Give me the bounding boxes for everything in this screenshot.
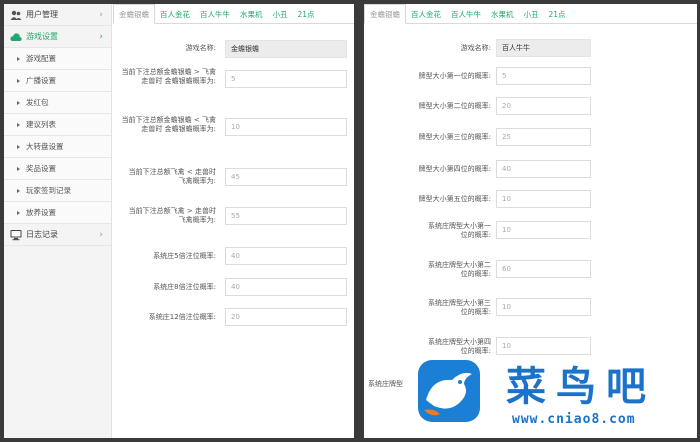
sidebar-subitem[interactable]: 放养设置	[4, 202, 111, 224]
tab-jinchan-yinchan[interactable]: 金蟾银蟾	[113, 4, 155, 24]
cloud-icon	[10, 33, 22, 41]
tab-blackjack[interactable]: 21点	[544, 5, 571, 25]
users-icon	[10, 10, 22, 20]
game-name-field: 金蟾银蟾	[225, 40, 347, 58]
tab-bairen-jinhua[interactable]: 百人金花	[406, 5, 446, 25]
sidebar-subitem[interactable]: 奖品设置	[4, 158, 111, 180]
sidebar-subitem[interactable]: 玩家签到记录	[4, 180, 111, 202]
probability-input[interactable]: 45	[225, 168, 347, 186]
monitor-icon	[10, 230, 22, 241]
field-label: 系统庄牌型大小第一位的概率:	[428, 222, 491, 239]
tab-clown[interactable]: 小丑	[268, 5, 293, 25]
sidebar-subitem[interactable]: 大转盘设置	[4, 136, 111, 158]
field-label: 牌型大小第三位的概率:	[418, 133, 491, 141]
probability-input[interactable]: 10	[225, 118, 347, 136]
tab-bairen-niuniu[interactable]: 百人牛牛	[446, 5, 486, 25]
field-label: 牌型大小第一位的概率:	[418, 72, 491, 80]
field-label: 系统庄5倍注位概率:	[153, 252, 216, 260]
game-config-panel-left: 金蟾银蟾 百人金花 百人牛牛 水果机 小丑 21点 游戏名称: 金蟾银蟾 当前下注总额金蟾…	[113, 4, 354, 438]
bird-logo-icon	[418, 360, 480, 422]
tab-fruit-machine[interactable]: 水果机	[235, 5, 268, 25]
watermark-title: 菜鸟吧	[506, 363, 656, 410]
probability-input[interactable]: 10	[496, 221, 591, 239]
tab-fruit-machine[interactable]: 水果机	[486, 5, 519, 25]
probability-input[interactable]: 40	[225, 247, 347, 265]
bird-icon	[424, 372, 472, 416]
probability-input[interactable]: 10	[496, 337, 591, 355]
sidebar-item-label: 游戏设置	[26, 32, 58, 41]
tab-blackjack[interactable]: 21点	[293, 5, 320, 25]
field-label: 游戏名称:	[460, 44, 491, 52]
chevron-right-icon: ›	[99, 10, 103, 20]
field-label: 当前下注总额金蟾银蟾 < 飞禽走兽时 金蟾银蟾概率为:	[121, 116, 216, 133]
watermark: 菜鸟吧 www.cniao8.com	[412, 354, 697, 440]
watermark-url: www.cniao8.com	[512, 412, 636, 427]
probability-input[interactable]: 40	[496, 160, 591, 178]
game-name-field: 百人牛牛	[496, 39, 591, 57]
probability-input[interactable]: 55	[225, 207, 347, 225]
sidebar-item-label: 日志记录	[26, 230, 58, 239]
tab-clown[interactable]: 小丑	[519, 5, 544, 25]
probability-input[interactable]: 40	[225, 278, 347, 296]
tab-bairen-jinhua[interactable]: 百人金花	[155, 5, 195, 25]
sidebar-subitem[interactable]: 建议列表	[4, 114, 111, 136]
sidebar-subitem[interactable]: 游戏配置	[4, 48, 111, 70]
field-label: 当前下注总额飞禽 > 走兽时 飞禽概率为:	[128, 207, 216, 224]
sidebar-item-label: 用户管理	[26, 10, 58, 19]
sidebar: 用户管理 › 游戏设置 › 游戏配置 广播设置 发红包 建议列表 大转盘设置 奖…	[4, 4, 112, 438]
game-tabs: 金蟾银蟾 百人金花 百人牛牛 水果机 小丑 21点	[113, 4, 354, 24]
field-label: 当前下注总额飞禽 < 走兽时 飞禽概率为:	[128, 168, 216, 185]
field-label: 牌型大小第二位的概率:	[418, 102, 491, 110]
probability-input[interactable]: 20	[225, 308, 347, 326]
left-screenshot: 用户管理 › 游戏设置 › 游戏配置 广播设置 发红包 建议列表 大转盘设置 奖…	[4, 4, 354, 438]
game-tabs: 金蟾银蟾 百人金花 百人牛牛 水果机 小丑 21点	[364, 4, 697, 24]
sidebar-item-log-records[interactable]: 日志记录 ›	[4, 224, 111, 246]
chevron-down-icon: ›	[99, 32, 103, 42]
tab-bairen-niuniu[interactable]: 百人牛牛	[195, 5, 235, 25]
field-label: 系统庄12倍注位概率:	[148, 313, 216, 321]
tab-jinchan-yinchan[interactable]: 金蟾银蟾	[364, 4, 406, 24]
sidebar-item-user-management[interactable]: 用户管理 ›	[4, 4, 111, 26]
field-label: 系统庄牌型大小第二位的概率:	[428, 261, 491, 278]
sidebar-subitem[interactable]: 发红包	[4, 92, 111, 114]
probability-input[interactable]: 10	[496, 190, 591, 208]
field-label: 系统庄8倍注位概率:	[153, 283, 216, 291]
probability-input[interactable]: 20	[496, 97, 591, 115]
field-label: 牌型大小第四位的概率:	[418, 165, 491, 173]
field-label: 游戏名称:	[185, 44, 216, 52]
sidebar-subitem[interactable]: 广播设置	[4, 70, 111, 92]
field-label: 牌型大小第五位的概率:	[418, 195, 491, 203]
probability-input[interactable]: 25	[496, 128, 591, 146]
field-label: 系统庄牌型大小第三位的概率:	[428, 299, 491, 316]
probability-input[interactable]: 5	[225, 70, 347, 88]
probability-input[interactable]: 10	[496, 298, 591, 316]
probability-input[interactable]: 60	[496, 260, 591, 278]
sidebar-item-game-settings[interactable]: 游戏设置 ›	[4, 26, 111, 48]
chevron-right-icon: ›	[99, 230, 103, 240]
field-label: 当前下注总额金蟾银蟾 > 飞禽走兽时 金蟾银蟾概率为:	[121, 68, 216, 85]
probability-input[interactable]: 5	[496, 67, 591, 85]
